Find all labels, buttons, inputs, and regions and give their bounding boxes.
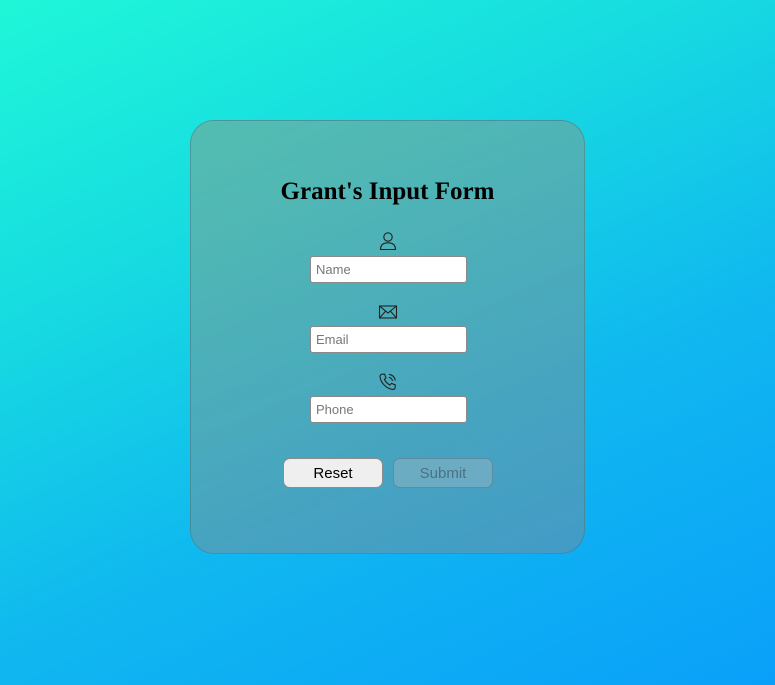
envelope-icon — [378, 302, 398, 322]
name-input[interactable] — [310, 256, 467, 283]
reset-button[interactable]: Reset — [283, 458, 383, 488]
email-input[interactable] — [310, 326, 467, 353]
submit-button[interactable]: Submit — [393, 458, 493, 488]
phone-icon — [378, 372, 398, 392]
person-icon — [378, 231, 398, 251]
form-title: Grant's Input Form — [280, 178, 495, 205]
phone-input[interactable] — [310, 396, 467, 423]
form-card: Grant's Input Form Reset Submit — [190, 120, 585, 554]
